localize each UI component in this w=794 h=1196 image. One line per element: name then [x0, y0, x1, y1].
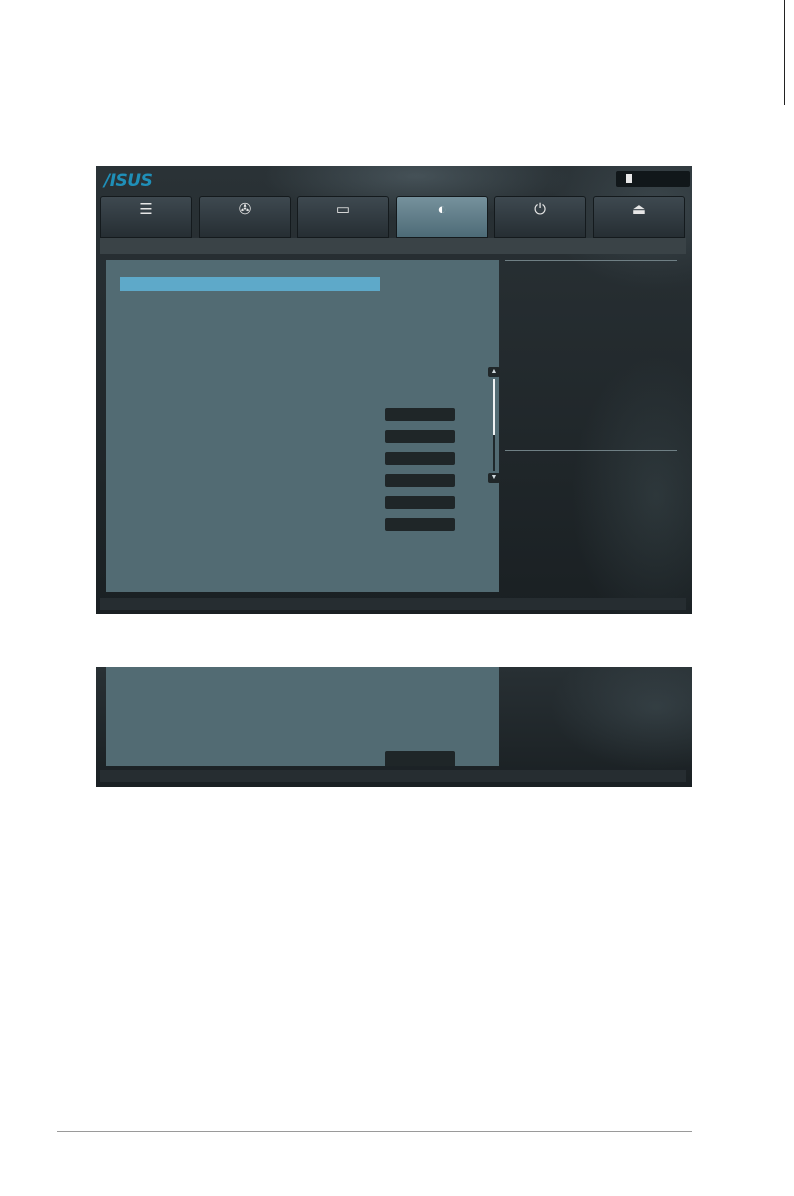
page-edge-line: [784, 0, 785, 105]
value-button-2[interactable]: [385, 430, 455, 443]
tab-advanced[interactable]: ▭: [297, 196, 389, 238]
main-tab-bar: ☰ ✇ ▭ ◐ ⏻ ⏏: [100, 196, 690, 238]
list-icon: ☰: [139, 201, 153, 218]
tab-monitor[interactable]: ◐: [396, 196, 488, 238]
footer-bar: [100, 598, 686, 610]
tab-tool[interactable]: ⏏: [593, 196, 685, 238]
arrow-up-icon: ▲: [490, 368, 498, 375]
help-divider-top: [505, 260, 677, 261]
settings-panel: ▲ ▼: [106, 260, 500, 592]
tweaker-icon: ✇: [238, 201, 252, 218]
tab-ai-tweaker[interactable]: ✇: [199, 196, 291, 238]
value-button-1[interactable]: [385, 408, 455, 421]
value-button-4[interactable]: [385, 474, 455, 487]
help-panel: [499, 260, 686, 592]
footer-bar-detail: [100, 770, 686, 782]
arrow-down-icon: ▼: [490, 474, 498, 481]
tab-main[interactable]: ☰: [100, 196, 192, 238]
value-button-3[interactable]: [385, 452, 455, 465]
page-footer-rule: [57, 1131, 692, 1132]
monitor-thermometer-icon: ◐: [437, 201, 447, 218]
bios-screen: /ISUS ☰ ✇ ▭ ◐ ⏻ ⏏ ▲ ▼: [96, 166, 692, 614]
exit-button[interactable]: [616, 171, 690, 187]
bios-screen-detail: [96, 667, 692, 787]
tool-icon: ⏏: [631, 201, 647, 218]
breadcrumb-bar: [100, 238, 686, 254]
exit-door-icon: [626, 174, 632, 183]
advanced-info-icon: ▭: [335, 201, 351, 218]
scrollbar-thumb[interactable]: [493, 379, 495, 435]
asus-logo: /ISUS: [104, 171, 153, 191]
selected-item-highlight[interactable]: [120, 277, 380, 291]
value-button-6[interactable]: [385, 518, 455, 531]
power-icon: ⏻: [534, 201, 546, 218]
help-divider-bottom: [505, 450, 677, 451]
value-button-detail[interactable]: [385, 751, 455, 766]
value-button-5[interactable]: [385, 496, 455, 509]
tab-boot[interactable]: ⏻: [494, 196, 586, 238]
